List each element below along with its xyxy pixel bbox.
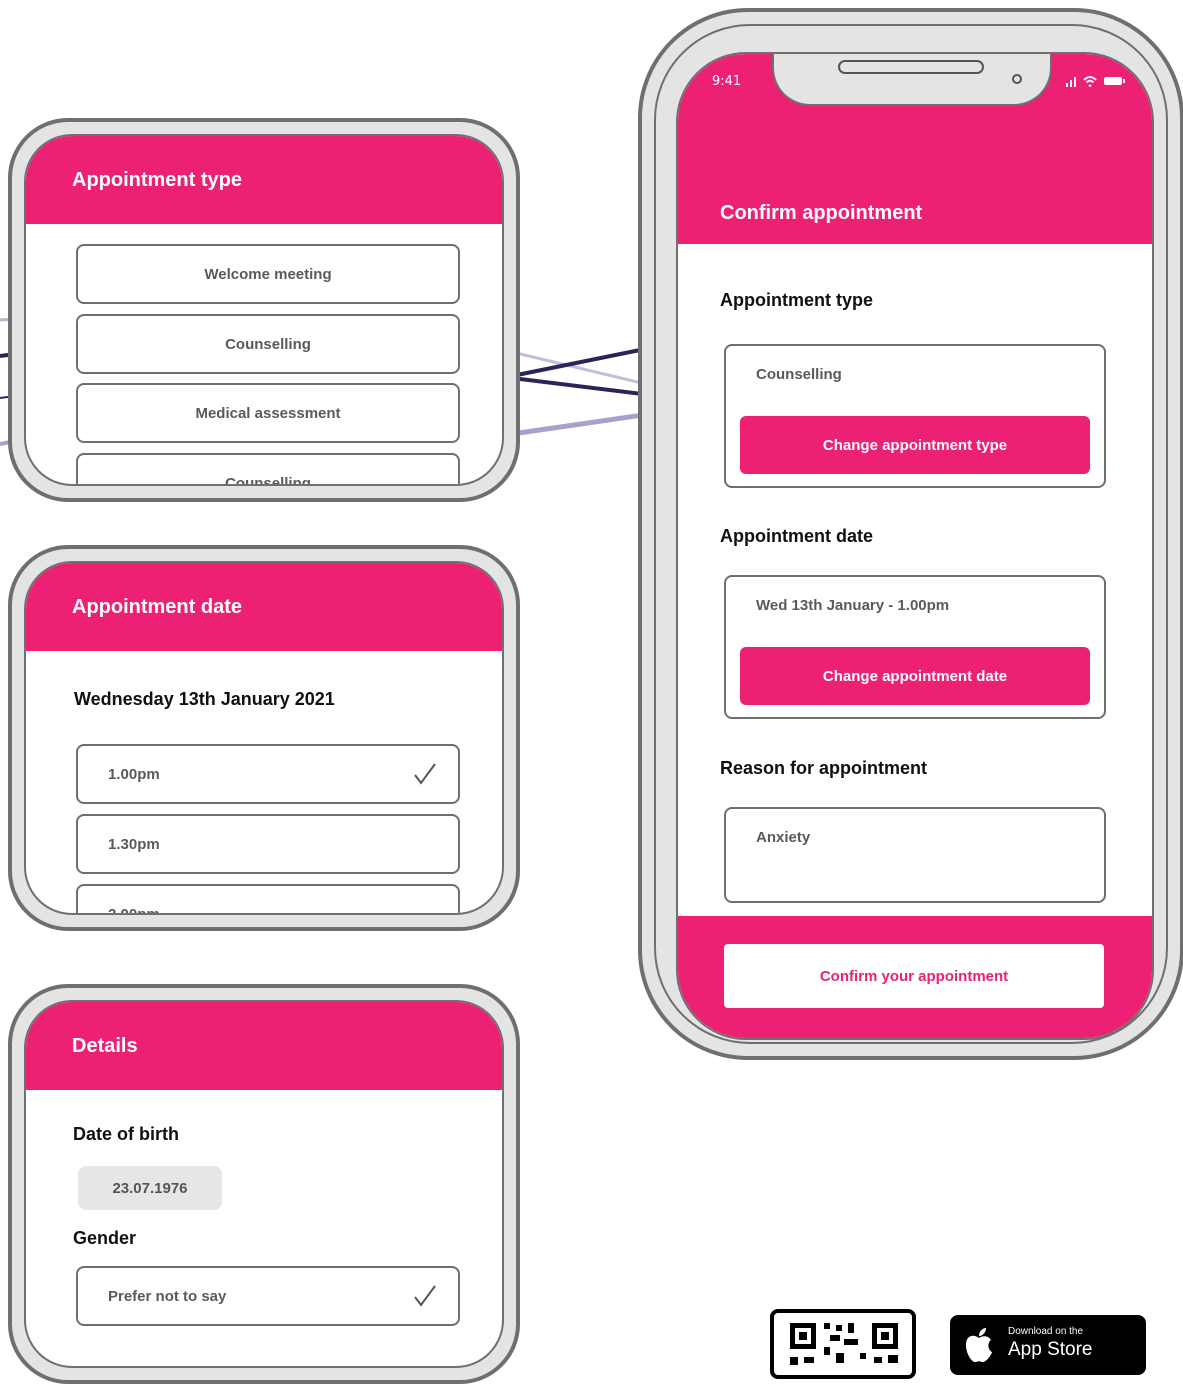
- option-counselling[interactable]: Counselling: [76, 314, 460, 374]
- confirm-appointment-screen: 9:41 Confirm appointment Appointment typ…: [676, 52, 1154, 1040]
- details-header: Details: [26, 1002, 502, 1090]
- appointment-type-value: Counselling: [756, 366, 842, 383]
- status-time: 9:41: [712, 74, 742, 89]
- time-slot-3[interactable]: 2.00pm: [76, 884, 460, 915]
- option-welcome-meeting[interactable]: Welcome meeting: [76, 244, 460, 304]
- appointment-type-header: Appointment type: [26, 136, 502, 224]
- reason-textarea[interactable]: Anxiety: [724, 807, 1106, 903]
- option-label: Welcome meeting: [204, 265, 332, 283]
- date-heading: Wednesday 13th January 2021: [74, 689, 335, 709]
- details-title: Details: [72, 1034, 138, 1057]
- appointment-type-box: Counselling Change appointment type: [724, 344, 1106, 488]
- phone-page-title: Confirm appointment: [720, 202, 923, 224]
- confirm-appointment-button[interactable]: Confirm your appointment: [724, 944, 1104, 1008]
- gender-select[interactable]: Prefer not to say: [76, 1266, 460, 1326]
- gender-label: Gender: [73, 1228, 137, 1248]
- speaker-grille: [838, 60, 984, 74]
- phone-mockup: 9:41 Confirm appointment Appointment typ…: [638, 8, 1183, 1060]
- appointment-type-title: Appointment type: [72, 168, 242, 191]
- reason-value: Anxiety: [756, 829, 811, 846]
- checkmark-icon: [414, 1285, 436, 1307]
- option-medical-assessment[interactable]: Medical assessment: [76, 383, 460, 443]
- gender-value: Prefer not to say: [108, 1287, 227, 1305]
- option-counselling-2[interactable]: Counselling: [76, 453, 460, 486]
- front-camera: [1012, 74, 1022, 84]
- time-label: 1.00pm: [108, 765, 160, 783]
- reason-label: Reason for appointment: [720, 758, 928, 778]
- status-icons: [1066, 76, 1125, 88]
- appointment-date-value: Wed 13th January - 1.00pm: [756, 597, 950, 614]
- details-card: Details Date of birth 23.07.1976 Gender …: [8, 984, 520, 1384]
- appointment-date-box: Wed 13th January - 1.00pm Change appoint…: [724, 575, 1106, 719]
- time-label: 1.30pm: [108, 835, 160, 853]
- qr-code-icon: [770, 1309, 916, 1379]
- appointment-date-label: Appointment date: [720, 526, 873, 546]
- app-store-badge[interactable]: Download on the App Store: [950, 1315, 1146, 1375]
- option-label: Medical assessment: [195, 404, 341, 422]
- apple-icon: [966, 1328, 992, 1363]
- appointment-date-card: Appointment date Wednesday 13th January …: [8, 545, 520, 931]
- appointment-type-screen: Appointment type Welcome meeting Counsel…: [24, 134, 504, 486]
- appointment-type-card: Appointment type Welcome meeting Counsel…: [8, 118, 520, 502]
- option-label: Counselling: [225, 335, 311, 353]
- phone-notch: [772, 54, 1052, 106]
- change-appointment-type-button[interactable]: Change appointment type: [740, 416, 1090, 474]
- time-slot-2[interactable]: 1.30pm: [76, 814, 460, 874]
- phone-footer-bar: Confirm your appointment: [678, 916, 1152, 1038]
- dob-label: Date of birth: [73, 1124, 179, 1144]
- time-slot-1[interactable]: 1.00pm: [76, 744, 460, 804]
- details-screen: Details Date of birth 23.07.1976 Gender …: [24, 1000, 504, 1368]
- appstore-title: App Store: [1008, 1339, 1093, 1360]
- appstore-caption: Download on the: [1008, 1326, 1084, 1337]
- time-label: 2.00pm: [108, 905, 160, 915]
- appointment-date-title: Appointment date: [72, 595, 242, 618]
- appointment-type-label: Appointment type: [720, 290, 873, 310]
- change-appointment-date-button[interactable]: Change appointment date: [740, 647, 1090, 705]
- appointment-date-header: Appointment date: [26, 563, 502, 651]
- qr-code-pattern: [790, 1323, 898, 1365]
- checkmark-icon: [414, 763, 436, 785]
- dob-field[interactable]: 23.07.1976: [78, 1166, 222, 1210]
- option-label: Counselling: [225, 474, 311, 486]
- appointment-date-screen: Appointment date Wednesday 13th January …: [24, 561, 504, 915]
